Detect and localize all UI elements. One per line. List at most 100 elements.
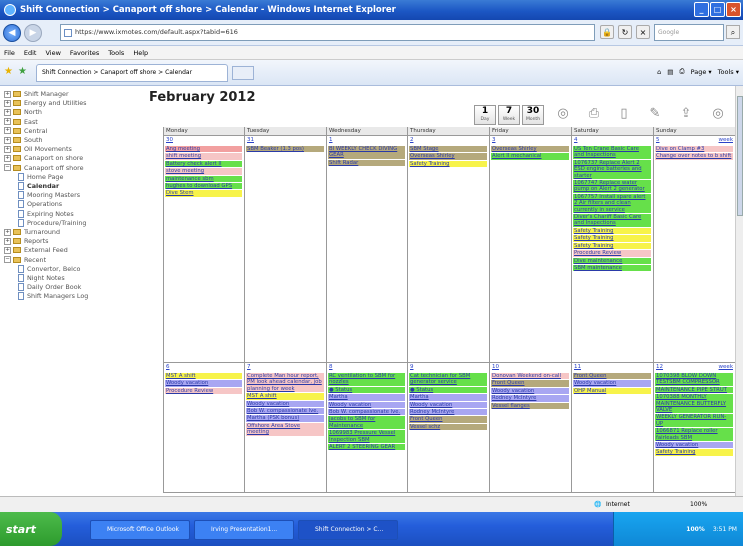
calendar-event[interactable]: Front Queen: [491, 380, 569, 387]
print-icon[interactable]: ⎙: [679, 67, 684, 76]
page-menu[interactable]: Page ▾: [691, 68, 712, 76]
calendar-event[interactable]: Woody vacation: [165, 380, 242, 387]
calendar-event[interactable]: Safety Training: [573, 242, 651, 250]
calendar-event[interactable]: RC ventilation to SBM for nozzles: [328, 373, 405, 386]
calendar-event[interactable]: SBM Stage: [409, 146, 487, 153]
calendar-event[interactable]: Complete Man hour report, PM look ahead …: [246, 373, 324, 393]
sidebar-item-canaport-on-shore[interactable]: + Canaport on shore: [4, 154, 83, 162]
sidebar-item-calendar[interactable]: Calendar: [18, 182, 59, 190]
calendar-event[interactable]: 1069983 Pressure Vessel Inspection SBM: [328, 430, 405, 444]
calendar-event[interactable]: Front Queen: [573, 373, 651, 380]
day-number-link[interactable]: 9: [410, 364, 414, 371]
search-button[interactable]: ⌕: [726, 25, 740, 39]
export-icon[interactable]: ⇪: [675, 103, 697, 125]
calendar-event[interactable]: Bob W. compassionate lve.: [246, 408, 324, 415]
calendar-event[interactable]: ALERT 2 STEERING GEAR: [328, 444, 405, 451]
calendar-event[interactable]: Dive maintenance: [573, 257, 651, 264]
calendar-event[interactable]: Battery check alert II: [165, 160, 242, 168]
sidebar-item-south[interactable]: + South: [4, 136, 43, 144]
blank-page-icon[interactable]: ▯: [613, 103, 635, 125]
expand-toggle-icon[interactable]: −: [4, 164, 11, 172]
calendar-event[interactable]: Safety Training: [409, 160, 487, 168]
calendar-event[interactable]: Diver's Chariff Basic Care and Inspectio…: [573, 214, 651, 227]
tools-menu[interactable]: Tools ▾: [718, 68, 739, 76]
menu-item-favorites[interactable]: Favorites: [70, 49, 99, 57]
refresh-button[interactable]: ↻: [618, 25, 632, 39]
calendar-event[interactable]: Safety Training: [573, 235, 651, 242]
calendar-event[interactable]: Woody vacation: [246, 400, 324, 408]
sidebar-item-expiring-notes[interactable]: Expiring Notes: [18, 209, 74, 218]
day-number-link[interactable]: 6: [166, 364, 170, 371]
expand-toggle-icon[interactable]: +: [4, 108, 11, 116]
view-day-button[interactable]: 1 Day: [474, 105, 496, 125]
calendar-event[interactable]: WEEKLY GENERATOR RUN-UP: [655, 414, 733, 428]
calendar-event[interactable]: Woody vacation: [491, 387, 569, 395]
sidebar-item-home-page[interactable]: Home Page: [18, 172, 63, 181]
sidebar-item-east[interactable]: + East: [4, 118, 38, 126]
expand-toggle-icon[interactable]: +: [4, 246, 11, 254]
calendar-event[interactable]: Shift Radar: [328, 159, 405, 167]
calendar-event[interactable]: 1070398 BLOW DOWN TESTSBM COMPRESSOR: [655, 373, 733, 386]
day-number-link[interactable]: 12: [656, 364, 663, 371]
refresh-icon[interactable]: ◎: [552, 103, 574, 125]
sidebar-item-operations[interactable]: Operations: [18, 200, 62, 209]
sidebar-item-night-notes[interactable]: Night Notes: [18, 274, 65, 282]
day-number-link[interactable]: 4: [574, 137, 578, 144]
expand-toggle-icon[interactable]: +: [4, 154, 11, 162]
day-number-link[interactable]: 31: [247, 137, 254, 144]
calendar-event[interactable]: OHP Manual: [573, 387, 651, 395]
calendar-event[interactable]: 1070388 MONTHLY MAINTENANCE BUTTERFLY VA…: [655, 394, 733, 414]
day-number-link[interactable]: 2: [410, 137, 414, 144]
calendar-event[interactable]: Dive on Clamp #3: [655, 146, 733, 153]
add-favorites-icon[interactable]: ★: [18, 66, 27, 77]
day-number-link[interactable]: 7: [247, 364, 251, 371]
calendar-event[interactable]: Safety Training: [655, 449, 733, 456]
calendar-event[interactable]: Martha (PSK bonus): [246, 415, 324, 422]
sidebar-item-north[interactable]: + North: [4, 108, 42, 116]
calendar-event[interactable]: SBM maintenance: [573, 264, 651, 272]
menu-item-view[interactable]: View: [45, 49, 60, 57]
menu-item-file[interactable]: File: [4, 49, 15, 57]
expand-toggle-icon[interactable]: +: [4, 136, 11, 144]
sidebar-item-canaport-off-shore[interactable]: − Canaport off shore: [4, 164, 84, 172]
sidebar-item-external-feed[interactable]: + External Feed: [4, 246, 68, 254]
new-tab-button[interactable]: [232, 66, 254, 80]
calendar-event[interactable]: Woody vacation: [409, 401, 487, 409]
calendar-event[interactable]: Martha: [328, 394, 405, 401]
back-button[interactable]: ◀: [3, 23, 21, 42]
calendar-event[interactable]: Procedure Review: [165, 387, 242, 395]
sidebar-item-reports[interactable]: + Reports: [4, 237, 49, 245]
browser-tab[interactable]: Shift Connection > Canaport off shore > …: [36, 64, 228, 82]
calendar-event[interactable]: Ang meeting: [165, 146, 242, 153]
forward-button[interactable]: ▶: [24, 23, 42, 42]
taskbar-item-shift-connection[interactable]: Shift Connection > C...: [298, 520, 398, 540]
calendar-event[interactable]: Vessel flanges: [491, 402, 569, 410]
sidebar-item-convertor-belco[interactable]: Convertor, Belco: [18, 264, 80, 273]
day-number-link[interactable]: 10: [492, 364, 499, 371]
scrollbar-thumb[interactable]: [737, 96, 743, 216]
calendar-event[interactable]: Procedure Review: [573, 250, 651, 257]
calendar-event[interactable]: MST A shift: [246, 393, 324, 400]
menu-item-tools[interactable]: Tools: [108, 49, 124, 57]
zoom-level[interactable]: 100%: [690, 501, 707, 508]
week-link[interactable]: week: [719, 137, 733, 144]
day-number-link[interactable]: 8: [329, 364, 333, 371]
sidebar-item-shift-managers-log[interactable]: Shift Managers Log: [18, 292, 88, 301]
lock-icon[interactable]: 🔒: [600, 25, 614, 39]
search-input[interactable]: Google: [654, 24, 724, 41]
calendar-event[interactable]: Cat technician for SBM generator service: [409, 373, 487, 386]
home-icon[interactable]: ⌂: [657, 68, 661, 76]
calendar-event[interactable]: 1067747 Replace water pump on Alert 2 ge…: [573, 180, 651, 193]
calendar-event[interactable]: Bob W. compassionate lve.: [328, 409, 405, 416]
calendar-event[interactable]: Donovan Weekend on-call: [491, 373, 569, 380]
calendar-event[interactable]: 1067757 Install spare alert 2 Air filter…: [573, 193, 651, 214]
sidebar-item-central[interactable]: + Central: [4, 127, 47, 135]
expand-toggle-icon[interactable]: +: [4, 99, 11, 107]
sidebar-item-daily-order-book[interactable]: Daily Order Book: [18, 283, 81, 292]
calendar-event[interactable]: Overseas Shirley: [409, 153, 487, 160]
close-button[interactable]: ×: [726, 2, 741, 17]
calendar-event[interactable]: 1076737 Replace Alert 2 ESD engine batte…: [573, 159, 651, 180]
favorites-star-icon[interactable]: ★: [4, 66, 13, 77]
expand-toggle-icon[interactable]: +: [4, 145, 11, 153]
calendar-event[interactable]: hughes to download GPS: [165, 183, 242, 190]
